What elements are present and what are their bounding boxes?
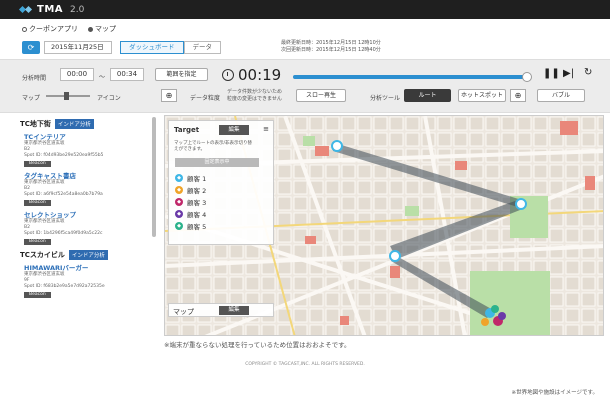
section-title: TCスカイビル インドア分析 [20, 250, 158, 260]
stopwatch-icon [222, 69, 234, 81]
time-separator: 〜 [99, 74, 106, 81]
target-title: Target [174, 126, 200, 134]
section-title: TC地下街 インドア分析 [20, 119, 158, 129]
pause-icon[interactable]: ❚❚ [543, 68, 560, 79]
nav-map[interactable]: マップ [88, 24, 116, 34]
position-footnote: ※端末が重ならない処理を行っているため位置はおおよそです。 [164, 341, 351, 349]
logo-version: 2.0 [70, 4, 85, 15]
map-edit-button[interactable]: 編集 [219, 306, 249, 315]
target-edit-button[interactable]: 編集 [219, 125, 249, 135]
customer-4-icon: ◆ [175, 210, 183, 218]
progress-handle[interactable] [521, 72, 532, 82]
playback-progress[interactable] [293, 72, 532, 82]
shop-name[interactable]: セレクトショップ [24, 211, 158, 219]
period-label: 分析時間 [22, 75, 47, 82]
accuracy-note: データ件数が少ないため 粒度の変更はできません [227, 89, 283, 102]
customer-marker-icon[interactable] [491, 305, 499, 313]
target-description: マップ上でルートの表示/非表示切り替えができます。 [174, 141, 253, 152]
customer-5-icon: ◆ [175, 222, 183, 230]
shop-item: タグキャスト書店 東京都渋谷区道玄坂 B2 Spot ID: a6f9cf52e… [24, 172, 158, 206]
beacon-button[interactable]: Beacon [24, 200, 51, 206]
reload-icon[interactable]: ↻ [584, 67, 592, 78]
last-updated: 最終更新日時：2015年12月15日 12時10分 [281, 40, 381, 46]
shop-name[interactable]: HIMAWARIバーガー [24, 264, 158, 272]
indoor-badge[interactable]: インドア分析 [68, 250, 108, 260]
sidebar-scrollbar[interactable] [152, 117, 156, 237]
tab-data[interactable]: データ [183, 41, 221, 54]
route-point-icon[interactable] [515, 198, 527, 210]
customer-item[interactable]: ◆ 顧客 5 [175, 221, 206, 231]
customer-item[interactable]: ◆ 顧客 1 [175, 173, 206, 183]
shop-spot-id: Spot ID: 1b4296f5ca49f0d9a5c22c [24, 231, 103, 236]
top-bar: TMA 2.0 [0, 0, 610, 19]
shop-spot-id: Spot ID: a6f9cf52e54a8ea0b7b79a [24, 192, 103, 197]
refresh-button[interactable]: ⟳ [22, 41, 40, 54]
beacon-button[interactable]: Beacon [24, 292, 51, 298]
pinned-display-button[interactable]: 固定表示中 [175, 158, 259, 167]
beacon-button[interactable]: Beacon [24, 161, 51, 167]
progress-fill [293, 75, 527, 79]
location-sidebar: TC地下街 インドア分析 TCインテリア 東京都渋谷区道玄坂 B2 Spot I… [16, 115, 158, 339]
end-time-input[interactable]: 00:34 [110, 68, 144, 81]
customer-1-icon: ◆ [175, 174, 183, 182]
map-panel-label: マップ [173, 308, 194, 316]
slow-play-button[interactable]: スロー再生 [296, 89, 346, 102]
customer-marker-icon[interactable] [481, 318, 489, 326]
icon-label: アイコン [97, 95, 121, 102]
hotspot-zoom-button[interactable]: ⊕ [510, 89, 526, 102]
shop-item: セレクトショップ 東京都渋谷区道玄坂 B2 Spot ID: 1b4296f5c… [24, 211, 158, 245]
update-info: 最終更新日時：2015年12月15日 12時10分 次回更新日時：2015年12… [281, 40, 381, 54]
menu-icon[interactable]: ≡ [263, 125, 269, 133]
shop-name[interactable]: TCインテリア [24, 133, 158, 141]
step-forward-icon[interactable]: ▶| [563, 68, 574, 79]
app-nav: クーポンアプリ マップ [22, 24, 116, 34]
next-update: 次回更新日時：2015年12月15日 12時40分 [281, 47, 381, 53]
date-field[interactable]: 2015年11月25日 [44, 41, 112, 54]
route-button[interactable]: ルート [404, 89, 451, 102]
icon-zoom-button[interactable]: ⊕ [161, 89, 177, 102]
route-point-icon[interactable] [331, 140, 343, 152]
slider-handle[interactable] [63, 92, 69, 100]
logo-icon [18, 5, 33, 14]
shop-spot-id: Spot ID: f683b2e9a5e7d92a72535e [24, 284, 105, 289]
analysis-tool-label: 分析ツール [370, 95, 401, 102]
accuracy-label: データ粒度 [190, 95, 221, 102]
start-time-input[interactable]: 00:00 [60, 68, 94, 81]
shop-item: HIMAWARIバーガー 東京都渋谷区道玄坂 9F Spot ID: f683b… [24, 264, 158, 298]
route-point-icon[interactable] [389, 250, 401, 262]
customer-3-icon: ◆ [175, 198, 183, 206]
copyright: COPYRIGHT © TAGCAST,INC. ALL RIGHTS RESE… [245, 362, 365, 367]
date-row: ⟳ 2015年11月25日 ダッシュボード データ [22, 41, 221, 54]
radio-icon [22, 26, 27, 32]
view-tabs: ダッシュボード データ [120, 41, 221, 54]
map-slider-label: マップ [22, 95, 41, 102]
customer-item[interactable]: ◆ 顧客 3 [175, 197, 206, 207]
shop-name[interactable]: タグキャスト書店 [24, 172, 158, 180]
set-range-button[interactable]: 範囲を指定 [155, 68, 208, 81]
shop-spot-id: Spot ID: f04d93be29e520ea9f55b5 [24, 153, 104, 158]
beacon-button[interactable]: Beacon [24, 239, 51, 245]
map-panel: マップ 編集 [168, 303, 274, 317]
customer-marker-icon[interactable] [498, 312, 506, 320]
app-logo[interactable]: TMA 2.0 [18, 3, 85, 16]
customer-item[interactable]: ◆ 顧客 2 [175, 185, 206, 195]
tab-dashboard[interactable]: ダッシュボード [120, 41, 184, 54]
radio-selected-icon [88, 26, 93, 32]
customer-item[interactable]: ◆ 顧客 4 [175, 209, 206, 219]
logo-text: TMA [37, 4, 64, 15]
playback-time: 00:19 [238, 66, 282, 84]
nav-coupon-app[interactable]: クーポンアプリ [22, 24, 78, 34]
indoor-badge[interactable]: インドア分析 [54, 119, 94, 129]
shop-item: TCインテリア 東京都渋谷区道玄坂 B2 Spot ID: f04d93be29… [24, 133, 158, 167]
customer-2-icon: ◆ [175, 186, 183, 194]
control-bar: 分析時間 00:00 〜 00:34 範囲を指定 00:19 ❚❚ ▶| ↻ マ… [0, 59, 610, 113]
image-caption: ※世界地図や施設はイメージです。 [511, 390, 598, 396]
bubble-button[interactable]: バブル [537, 89, 585, 102]
map-opacity-slider[interactable] [46, 92, 90, 100]
target-panel: Target 編集 ≡ マップ上でルートの表示/非表示切り替えができます。 固定… [168, 120, 274, 245]
hotspot-button[interactable]: ホットスポット [458, 89, 506, 102]
